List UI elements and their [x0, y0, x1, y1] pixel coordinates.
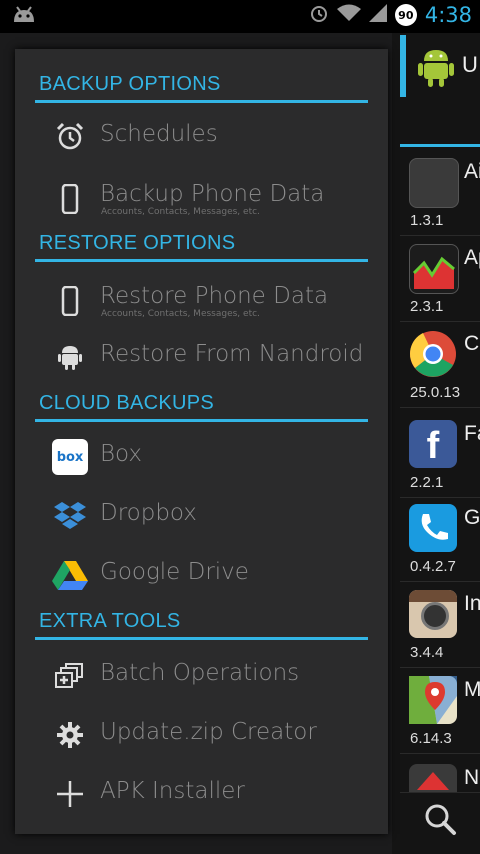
maps-icon: [409, 676, 457, 724]
section-title: RESTORE OPTIONS: [39, 232, 236, 254]
app-name: Cl: [464, 332, 480, 355]
menu-item-label: Schedules: [100, 121, 218, 147]
app-list-item[interactable]: M 6.14.3: [400, 668, 480, 754]
app-version: 2.3.1: [410, 298, 444, 315]
dropbox-icon: [52, 498, 88, 534]
menu-item-label: APK Installer: [100, 778, 245, 804]
battery-icon: 90: [394, 4, 417, 26]
menu-item-google-drive[interactable]: Google Drive: [35, 545, 368, 603]
app-version: 1.3.1: [410, 212, 444, 229]
app-name: Ap: [464, 246, 480, 269]
signal-icon: [368, 4, 387, 26]
app-list-item[interactable]: G 0.4.2.7: [400, 496, 480, 582]
box-logo-icon: box: [52, 439, 88, 475]
menu-item-batch-operations[interactable]: Batch Operations: [35, 646, 368, 704]
section-title: CLOUD BACKUPS: [39, 392, 215, 414]
menu-item-label: Backup Phone Data: [100, 181, 325, 207]
app-list-item[interactable]: In 3.4.4: [400, 582, 480, 668]
app-name: In: [464, 592, 480, 615]
chart-app-icon: [409, 244, 459, 294]
google-drive-icon: [52, 557, 88, 593]
menu-item-label: Update.zip Creator: [100, 719, 317, 745]
app-list-item[interactable]: Ap 2.3.1: [400, 236, 480, 322]
navigation-drawer: BACKUP OPTIONS Schedules Backup Phone Da…: [15, 49, 388, 834]
app-version: 6.14.3: [410, 730, 452, 747]
alarm-clock-icon: [52, 119, 88, 155]
app-list-item[interactable]: Ai 1.3.1: [400, 150, 480, 236]
section-header-backup-options: BACKUP OPTIONS: [35, 64, 368, 103]
menu-item-label: Batch Operations: [100, 660, 300, 686]
app-name: Fa: [464, 422, 480, 445]
menu-item-label: Restore From Nandroid: [100, 341, 364, 367]
status-bar: 90 4:38: [0, 0, 480, 33]
batch-icon: [52, 658, 88, 694]
menu-item-label: Restore Phone Data: [100, 283, 329, 309]
app-version: 0.4.2.7: [410, 558, 456, 575]
app-name: Ai: [464, 160, 480, 183]
search-icon[interactable]: [420, 800, 460, 840]
section-header-extra-tools: EXTRA TOOLS: [35, 601, 368, 640]
android-icon: [52, 339, 88, 375]
section-header-cloud-backups: CLOUD BACKUPS: [35, 383, 368, 422]
phone-icon: [52, 283, 88, 319]
app-list-item[interactable]: N: [400, 756, 480, 793]
section-title: EXTRA TOOLS: [39, 610, 181, 632]
menu-item-dropbox[interactable]: Dropbox: [35, 486, 368, 544]
plus-icon: [52, 776, 88, 812]
menu-item-subtitle: Accounts, Contacts, Messages, etc.: [101, 207, 260, 217]
app-name: N: [464, 766, 480, 789]
menu-item-schedules[interactable]: Schedules: [35, 107, 368, 165]
android-notification-icon: [12, 6, 36, 30]
app-list-item[interactable]: Cl 25.0.13: [400, 322, 480, 408]
app-version: 25.0.13: [410, 384, 461, 401]
section-header-restore-options: RESTORE OPTIONS: [35, 223, 368, 262]
menu-item-update-zip-creator[interactable]: Update.zip Creator: [35, 705, 368, 763]
wifi-icon: [336, 4, 361, 26]
facebook-icon: f: [409, 420, 457, 468]
menu-item-subtitle: Accounts, Contacts, Messages, etc.: [101, 309, 260, 319]
menu-item-label: Box: [100, 441, 143, 467]
phone-icon: [52, 181, 88, 217]
phone-app-icon: [409, 504, 457, 552]
app-list-item[interactable]: f Fa 2.2.1: [400, 412, 480, 498]
menu-item-box[interactable]: box Box: [35, 427, 368, 485]
menu-item-restore-from-nandroid[interactable]: Restore From Nandroid: [35, 327, 368, 385]
menu-item-label: Google Drive: [100, 559, 249, 585]
calculator-icon: [409, 158, 459, 208]
app-icon: [409, 764, 457, 792]
alarm-icon: [309, 3, 329, 27]
app-version: 3.4.4: [410, 644, 444, 661]
header-title: U: [462, 52, 478, 77]
menu-item-label: Dropbox: [100, 500, 197, 526]
app-name: G: [464, 506, 480, 529]
app-version: 2.2.1: [410, 474, 444, 491]
chrome-icon: [409, 330, 457, 378]
instagram-icon: [409, 590, 457, 638]
clock-time: 4:38: [424, 3, 472, 27]
gear-icon: [52, 717, 88, 753]
app-list-divider: [400, 144, 480, 147]
menu-item-apk-installer[interactable]: APK Installer: [35, 764, 368, 822]
section-title: BACKUP OPTIONS: [39, 73, 221, 95]
app-name: M: [464, 678, 480, 701]
